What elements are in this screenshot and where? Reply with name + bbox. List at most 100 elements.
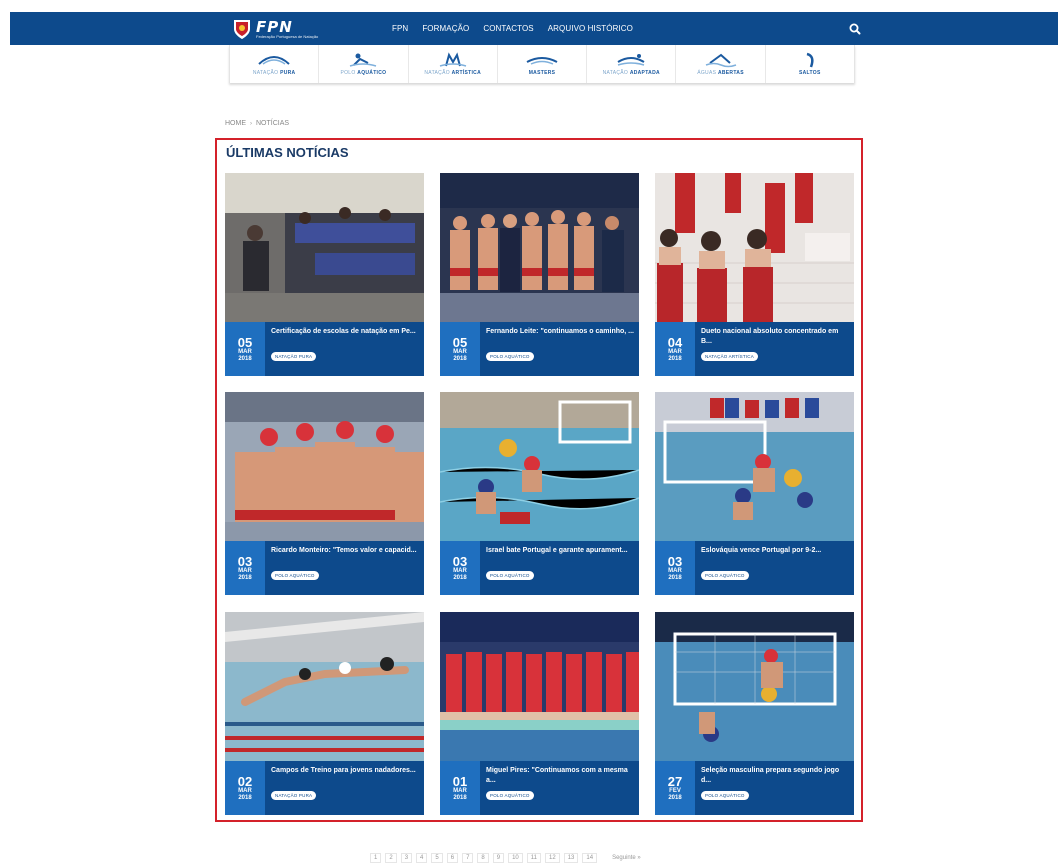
breadcrumb-current: NOTÍCIAS xyxy=(256,120,290,127)
discipline-natacao-artistica[interactable]: NATAÇÃO ARTÍSTICA xyxy=(409,45,498,83)
news-card[interactable]: 03 MAR 2018 Israel bate Portugal e garan… xyxy=(440,392,639,595)
discipline-aguas-abertas[interactable]: ÁGUAS ABERTAS xyxy=(676,45,766,83)
discipline-polo-aquatico[interactable]: POLO AQUÁTICO xyxy=(319,45,409,83)
discipline-natacao-adaptada[interactable]: NATAÇÃO ADAPTADA xyxy=(587,45,677,83)
category-tag[interactable]: NATAÇÃO ARTÍSTICA xyxy=(701,352,758,361)
page-10[interactable]: 10 xyxy=(508,853,523,863)
nav-arquivo-historico[interactable]: ARQUIVO HISTÓRICO xyxy=(548,24,633,33)
breadcrumb-home[interactable]: HOME xyxy=(225,120,246,127)
nav-contactos[interactable]: CONTACTOS xyxy=(483,24,533,33)
next-page-link[interactable]: Seguinte » xyxy=(609,854,644,862)
news-photo xyxy=(655,612,854,761)
page-9[interactable]: 9 xyxy=(492,853,505,863)
open-water-icon xyxy=(705,53,736,68)
page-8[interactable]: 8 xyxy=(477,853,489,863)
date-year: 2018 xyxy=(238,794,252,801)
page-5[interactable]: 5 xyxy=(431,853,443,863)
news-date: 05 MAR 2018 xyxy=(225,322,265,376)
news-date: 03 MAR 2018 xyxy=(225,541,265,595)
news-card[interactable]: 27 FEV 2018 Seleção masculina prepara se… xyxy=(655,612,854,815)
category-tag[interactable]: POLO AQUÁTICO xyxy=(271,571,319,580)
page-12[interactable]: 12 xyxy=(545,853,560,863)
news-title[interactable]: Campos de Treino para jovens nadadores..… xyxy=(271,766,419,776)
discipline-masters[interactable]: MASTERS xyxy=(498,45,588,83)
news-photo xyxy=(440,392,639,541)
date-month: MAR xyxy=(238,348,252,355)
page-11[interactable]: 11 xyxy=(526,853,542,863)
date-year: 2018 xyxy=(238,574,252,581)
page-14[interactable]: 14 xyxy=(582,853,598,863)
category-tag[interactable]: NATAÇÃO PURA xyxy=(271,791,317,800)
news-title[interactable]: Certificação de escolas de natação em Pe… xyxy=(271,327,419,337)
news-title[interactable]: Israel bate Portugal e garante apurament… xyxy=(486,546,634,556)
date-day: 27 xyxy=(667,773,683,789)
page-13[interactable]: 13 xyxy=(563,853,579,863)
news-date: 05 MAR 2018 xyxy=(440,322,480,376)
discipline-label-bold: ADAPTADA xyxy=(629,70,660,76)
category-tag[interactable]: POLO AQUÁTICO xyxy=(486,791,534,800)
news-card[interactable]: 05 MAR 2018 Fernando Leite: "continuamos… xyxy=(440,173,639,376)
news-card[interactable]: 01 MAR 2018 Miguel Pires: "Continuamos c… xyxy=(440,612,639,815)
date-month: MAR xyxy=(238,567,252,574)
category-tag[interactable]: POLO AQUÁTICO xyxy=(486,571,534,580)
search-icon[interactable] xyxy=(848,22,862,36)
discipline-label-bold: SALTOS xyxy=(799,70,821,76)
top-nav-bar: FPN Federação Portuguesa de Natação FPN … xyxy=(10,12,1058,45)
date-day: 03 xyxy=(667,553,683,569)
nav-formacao[interactable]: FORMAÇÃO xyxy=(422,24,469,33)
date-month: MAR xyxy=(668,567,682,574)
news-title[interactable]: Ricardo Monteiro: "Temos valor e capacid… xyxy=(271,546,419,556)
water-polo-icon xyxy=(350,53,377,67)
news-photo xyxy=(655,392,854,541)
news-title[interactable]: Fernando Leite: "continuamos o caminho, … xyxy=(486,327,634,337)
nav-fpn[interactable]: FPN xyxy=(392,24,408,33)
news-card[interactable]: 03 MAR 2018 Ricardo Monteiro: "Temos val… xyxy=(225,392,424,595)
news-photo xyxy=(225,392,424,541)
category-tag[interactable]: POLO AQUÁTICO xyxy=(701,571,749,580)
news-date: 03 MAR 2018 xyxy=(440,541,480,595)
date-year: 2018 xyxy=(668,574,682,581)
page-7[interactable]: 7 xyxy=(462,853,474,863)
news-date: 03 MAR 2018 xyxy=(655,541,695,595)
news-photo xyxy=(225,612,424,761)
page-6[interactable]: 6 xyxy=(446,853,459,863)
news-title[interactable]: Eslováquia vence Portugal por 9-2... xyxy=(701,546,849,556)
news-card[interactable]: 04 MAR 2018 Dueto nacional absoluto conc… xyxy=(655,173,854,376)
category-tag[interactable]: POLO AQUÁTICO xyxy=(701,791,749,800)
masters-icon xyxy=(526,57,558,65)
date-month: MAR xyxy=(453,348,467,355)
news-card[interactable]: 02 MAR 2018 Campos de Treino para jovens… xyxy=(225,612,424,815)
date-month: MAR xyxy=(453,567,467,574)
discipline-label-light: ÁGUAS xyxy=(697,70,717,76)
news-photo xyxy=(655,173,854,322)
discipline-natacao-pura[interactable]: NATAÇÃO PURA xyxy=(230,45,320,83)
page-2[interactable]: 2 xyxy=(385,853,397,863)
date-month: MAR xyxy=(668,348,682,355)
pagination: 1 2 3 4 5 6 7 8 9 10 11 12 13 14 Seguint… xyxy=(370,853,644,863)
date-month: FEV xyxy=(669,787,681,794)
news-card[interactable]: 03 MAR 2018 Eslováquia vence Portugal po… xyxy=(655,392,854,595)
news-card[interactable]: 05 MAR 2018 Certificação de escolas de n… xyxy=(225,173,424,376)
page-1[interactable]: 1 xyxy=(370,853,382,863)
logo-subtitle: Federação Portuguesa de Natação xyxy=(256,33,319,39)
news-title[interactable]: Seleção masculina prepara segundo jogo d… xyxy=(701,766,849,785)
news-title[interactable]: Dueto nacional absoluto concentrado em B… xyxy=(701,327,849,346)
news-date: 01 MAR 2018 xyxy=(440,761,480,815)
news-title[interactable]: Miguel Pires: "Continuamos com a mesma a… xyxy=(486,766,634,785)
page-3[interactable]: 3 xyxy=(400,853,413,863)
date-day: 01 xyxy=(452,773,468,789)
date-year: 2018 xyxy=(453,794,467,801)
discipline-label-bold: ABERTAS xyxy=(717,70,744,76)
fpn-logo[interactable]: FPN Federação Portuguesa de Natação xyxy=(232,15,328,43)
discipline-saltos[interactable]: SALTOS xyxy=(766,45,854,83)
category-tag[interactable]: NATAÇÃO PURA xyxy=(271,352,317,361)
page-4[interactable]: 4 xyxy=(416,853,428,863)
date-year: 2018 xyxy=(453,355,467,362)
discipline-label-bold: MASTERS xyxy=(528,70,556,76)
breadcrumb-separator: › xyxy=(250,120,252,127)
adapted-swimming-icon xyxy=(617,54,645,66)
artistic-swimming-icon xyxy=(439,52,466,67)
category-tag[interactable]: POLO AQUÁTICO xyxy=(486,352,534,361)
discipline-label-light: NATAÇÃO xyxy=(424,70,450,76)
logo-text: FPN xyxy=(256,17,293,36)
